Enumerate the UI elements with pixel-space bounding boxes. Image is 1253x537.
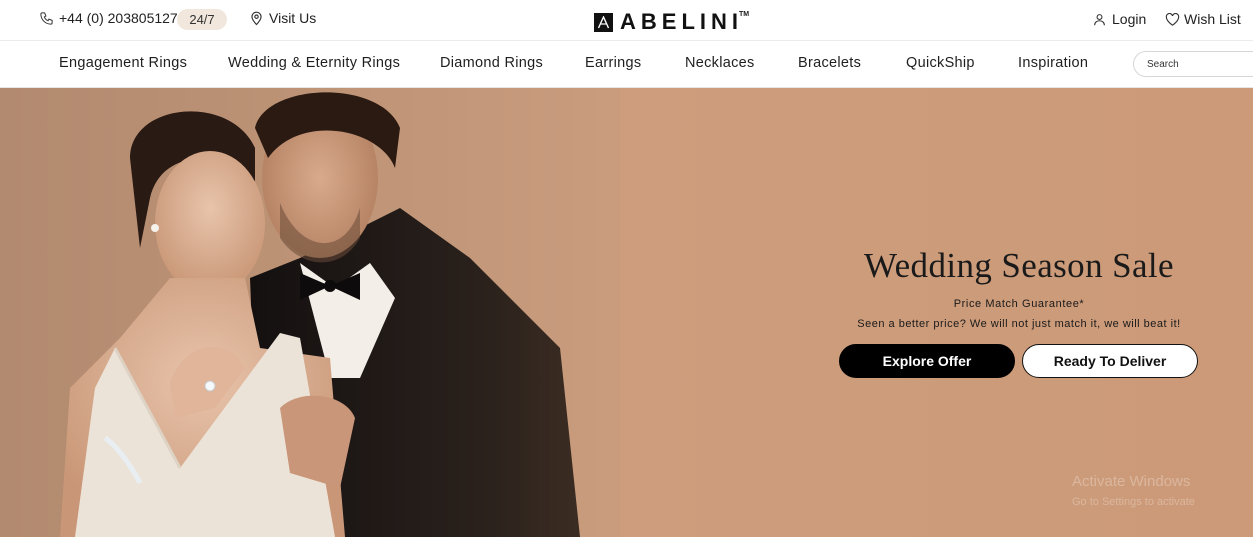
watermark-line-1: Activate Windows [1072,473,1191,490]
wish-list-link[interactable]: Wish List [1165,11,1241,27]
main-navigation: Engagement Rings Wedding & Eternity Ring… [0,41,1253,88]
nav-quickship[interactable]: QuickShip [906,55,975,71]
hero-couple-image [0,88,620,537]
hero-description: Seen a better price? We will not just ma… [857,318,1181,330]
nav-wedding-eternity-rings[interactable]: Wedding & Eternity Rings [228,55,400,71]
visit-us-link[interactable]: Visit Us [250,10,316,26]
nav-engagement-rings[interactable]: Engagement Rings [59,55,187,71]
phone-icon [40,11,53,25]
nav-diamond-rings[interactable]: Diamond Rings [440,55,543,71]
search-input[interactable] [1133,51,1253,77]
nav-earrings[interactable]: Earrings [585,55,641,71]
top-utility-bar: +44 (0) 2038051270 24/7 Visit Us ABELINI… [0,0,1253,41]
activate-windows-watermark: Activate Windows Go to Settings to activ… [1072,472,1195,512]
explore-offer-button[interactable]: Explore Offer [839,344,1015,378]
login-link[interactable]: Login [1093,11,1146,27]
brand-name: ABELINI [620,9,743,34]
ready-to-deliver-button[interactable]: Ready To Deliver [1022,344,1198,378]
login-label: Login [1112,11,1147,27]
heart-icon [1165,12,1180,26]
watermark-line-2: Go to Settings to activate [1072,496,1195,508]
user-icon [1094,13,1105,25]
nav-necklaces[interactable]: Necklaces [685,55,755,71]
hero-subtitle: Price Match Guarantee* [953,298,1085,310]
phone-link[interactable]: +44 (0) 2038051270 [39,10,186,26]
location-pin-icon [251,11,262,26]
nav-inspiration[interactable]: Inspiration [1018,55,1088,71]
brand-trademark: TM [739,10,750,18]
abelini-logo-mark-icon [594,12,613,32]
hero-banner: Wedding Season Sale Price Match Guarante… [0,88,1253,537]
wish-list-label: Wish List [1184,11,1241,27]
hero-title: Wedding Season Sale [863,246,1174,285]
phone-number: +44 (0) 2038051270 [59,10,186,26]
visit-us-label: Visit Us [269,10,317,26]
availability-badge: 24/7 [177,9,227,30]
nav-bracelets[interactable]: Bracelets [798,55,861,71]
brand-logo[interactable]: ABELINI TM [594,9,753,35]
